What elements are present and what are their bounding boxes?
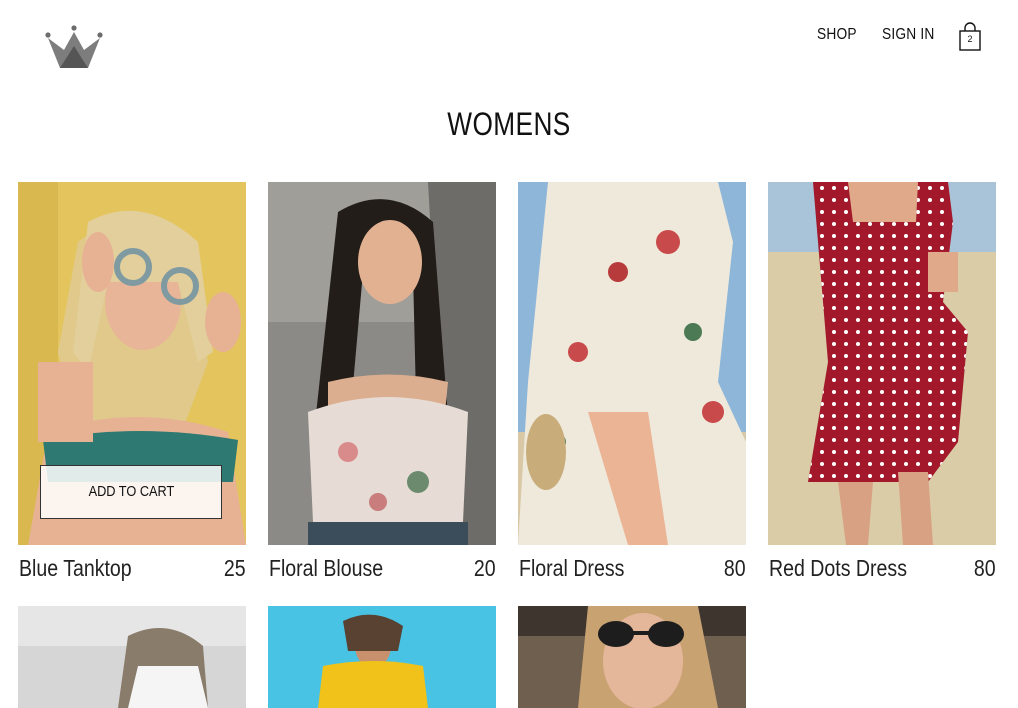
product-image[interactable]: [18, 606, 246, 708]
add-to-cart-button[interactable]: ADD TO CART: [40, 465, 222, 519]
product-image[interactable]: [518, 606, 746, 708]
nav-sign-in-link[interactable]: SIGN IN: [882, 26, 934, 44]
page-title: WOMENS: [447, 106, 571, 142]
product-image[interactable]: [268, 606, 496, 708]
cart-count: 2: [967, 34, 973, 44]
product-name: Floral Dress: [519, 555, 625, 581]
product-price: 80: [974, 555, 996, 581]
product-image[interactable]: [268, 182, 496, 545]
product-name: Red Dots Dress: [769, 555, 907, 581]
product-price: 80: [724, 555, 746, 581]
site-header: SHOP SIGN IN 2: [0, 0, 1018, 80]
crown-icon[interactable]: [44, 24, 104, 70]
product-image[interactable]: [518, 182, 746, 545]
product-price: 25: [224, 555, 246, 581]
product-name: Floral Blouse: [269, 555, 384, 581]
cart-button[interactable]: 2: [956, 22, 984, 52]
nav-shop-link[interactable]: SHOP: [817, 26, 857, 44]
product-name: Blue Tanktop: [19, 555, 132, 581]
product-price: 20: [474, 555, 496, 581]
product-image[interactable]: [768, 182, 996, 545]
